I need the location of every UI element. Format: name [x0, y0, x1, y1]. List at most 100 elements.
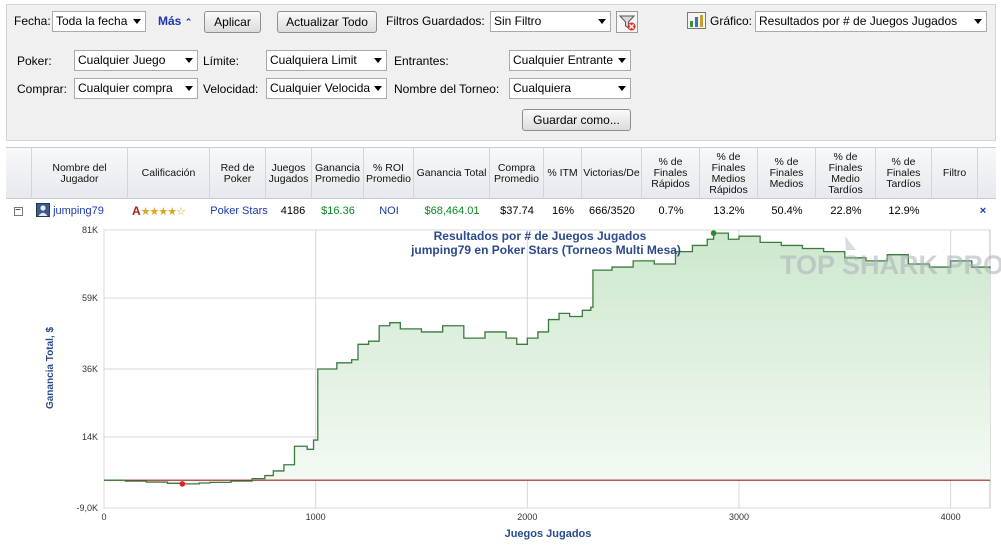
network-cell[interactable]: Poker Stars — [210, 200, 268, 222]
x-tick-label: 3000 — [729, 512, 749, 522]
th-expand — [6, 148, 32, 199]
th-finales-rapidos[interactable]: % de Finales Rápidos — [642, 148, 700, 199]
limite-select[interactable]: Cualquiera Limit — [266, 50, 387, 71]
watermark-text: TOP SHARK PRO — [780, 250, 1001, 280]
th-compra[interactable]: Compra Promedio — [490, 148, 544, 199]
th-nombre[interactable]: Nombre del Jugador — [32, 148, 128, 199]
games-cell: 4186 — [280, 205, 306, 217]
results-chart: -9,0K 14K 36K 59K 81K 0 1000 2000 3000 4000 TOP … — [45, 225, 1001, 540]
poker-select[interactable]: Cualquier Juego — [74, 50, 198, 71]
fin-tardios-cell: 12.9% — [888, 205, 920, 217]
remove-icon[interactable]: × — [976, 200, 990, 222]
comprar-value: Cualquier compra — [78, 81, 173, 95]
avg-profit-cell: $16.36 — [321, 205, 355, 217]
guardar-como-button[interactable]: Guardar como... — [522, 109, 631, 131]
chart-title: Resultados por # de Juegos Jugados — [434, 229, 647, 243]
th-juegos[interactable]: Juegos Jugados — [266, 148, 312, 199]
chevron-down-icon — [618, 58, 626, 63]
chart-icon — [687, 12, 706, 29]
fecha-label: Fecha: — [14, 14, 51, 28]
chevron-down-icon — [185, 58, 193, 63]
th-calificacion[interactable]: Calificación — [128, 148, 210, 199]
th-finales-medios-rapidos[interactable]: % de Finales Medios Rápidos — [700, 148, 758, 199]
chevron-down-icon — [133, 19, 141, 24]
velocidad-value: Cualquier Velocida — [270, 81, 371, 95]
y-tick-label: 81K — [82, 225, 98, 235]
chevron-down-icon — [598, 19, 606, 24]
x-tick-label: 4000 — [941, 512, 961, 522]
th-victorias[interactable]: Victorias/De — [582, 148, 642, 199]
wins-cell: 666/3520 — [589, 205, 635, 217]
mas-label: Más — [158, 14, 182, 28]
minus-icon: − — [13, 204, 23, 216]
limite-label: Límite: — [203, 54, 240, 68]
chevron-down-icon — [185, 86, 193, 91]
table-row[interactable]: − jumping79 A★★★★☆ Poker Stars 4186 $16.… — [6, 200, 996, 222]
player-name-link[interactable]: jumping79 — [53, 205, 104, 217]
chevron-down-icon — [374, 86, 382, 91]
x-tick-label: 2000 — [517, 512, 537, 522]
fin-medios-cell: 50.4% — [771, 205, 803, 217]
grafico-select[interactable]: Resultados por # de Juegos Jugados — [755, 11, 987, 32]
total-profit-cell: $68,464.01 — [424, 205, 480, 217]
filtros-guardados-select[interactable]: Sin Filtro — [490, 11, 611, 32]
mas-link[interactable]: Más ⌃ — [158, 14, 192, 28]
chevron-down-icon — [374, 58, 382, 63]
th-ganancia-promedio[interactable]: Ganancia Promedio — [312, 148, 364, 199]
velocidad-label: Velocidad: — [203, 82, 259, 96]
comprar-label: Comprar: — [17, 82, 68, 96]
roi-cell: NOI — [379, 205, 399, 217]
th-itm[interactable]: % ITM — [544, 148, 582, 199]
chevron-down-icon — [974, 19, 982, 24]
th-filtro[interactable]: Filtro — [932, 148, 978, 199]
chevron-down-icon — [618, 86, 626, 91]
y-tick-label: 59K — [82, 293, 98, 303]
user-icon — [36, 203, 50, 217]
table-header: Nombre del Jugador Calificación Red de P… — [6, 147, 996, 199]
filter-clear-icon[interactable] — [616, 11, 638, 33]
poker-value: Cualquier Juego — [78, 53, 166, 67]
y-tick-label: 14K — [82, 432, 98, 442]
itm-cell: 16% — [551, 205, 575, 217]
grafico-label: Gráfico: — [710, 14, 753, 28]
collapse-toggle[interactable]: − — [12, 200, 24, 222]
low-point-marker — [179, 481, 186, 487]
th-finales-medios[interactable]: % de Finales Medios — [758, 148, 816, 199]
aplicar-button[interactable]: Aplicar — [204, 11, 261, 33]
x-tick-label: 1000 — [306, 512, 326, 522]
th-roi[interactable]: % ROI Promedio — [364, 148, 414, 199]
grade-cell: A★★★★☆ — [132, 200, 212, 222]
y-axis-label: Ganancia Total, $ — [45, 327, 56, 409]
y-ticks: -9,0K 14K 36K 59K 81K — [76, 225, 98, 513]
actualizar-todo-button[interactable]: Actualizar Todo — [277, 11, 377, 33]
grade-letter: A — [132, 204, 141, 218]
th-ganancia-total[interactable]: Ganancia Total — [414, 148, 490, 199]
nombre-torneo-select[interactable]: Cualquiera — [509, 78, 631, 99]
x-ticks: 0 1000 2000 3000 4000 — [101, 512, 960, 522]
y-tick-label: 36K — [82, 364, 98, 374]
high-point-marker — [710, 230, 717, 236]
comprar-select[interactable]: Cualquier compra — [74, 78, 198, 99]
filtros-guardados-value: Sin Filtro — [494, 14, 542, 28]
entrantes-label: Entrantes: — [394, 54, 449, 68]
fin-rapidos-cell: 0.7% — [658, 205, 684, 217]
nombre-torneo-label: Nombre del Torneo: — [394, 82, 500, 96]
rating-stars-icon: ★★★★☆ — [140, 206, 186, 218]
th-finales-medio-tardios[interactable]: % de Finales Medio Tardíos — [816, 148, 876, 199]
limite-value: Cualquiera Limit — [270, 53, 357, 67]
entrantes-select[interactable]: Cualquier Entrante — [509, 50, 631, 71]
nombre-torneo-value: Cualquiera — [513, 81, 572, 95]
x-axis-label: Juegos Jugados — [505, 528, 592, 540]
avg-buyin-cell: $37.74 — [500, 205, 534, 217]
th-finales-tardios[interactable]: % de Finales Tardíos — [876, 148, 932, 199]
fin-medios-rapidos-cell: 13.2% — [713, 205, 745, 217]
filtros-guardados-label: Filtros Guardados: — [386, 14, 485, 28]
poker-label: Poker: — [17, 54, 52, 68]
th-red[interactable]: Red de Poker — [210, 148, 266, 199]
velocidad-select[interactable]: Cualquier Velocida — [266, 78, 387, 99]
y-tick-label: -9,0K — [76, 503, 98, 513]
player-cell[interactable]: jumping79 — [36, 200, 128, 222]
chart-subtitle: jumping79 en Poker Stars (Torneos Multi … — [410, 243, 681, 257]
fecha-select[interactable]: Toda la fecha — [52, 11, 146, 32]
chart-container: -9,0K 14K 36K 59K 81K 0 1000 2000 3000 4000 TOP … — [0, 222, 1001, 555]
